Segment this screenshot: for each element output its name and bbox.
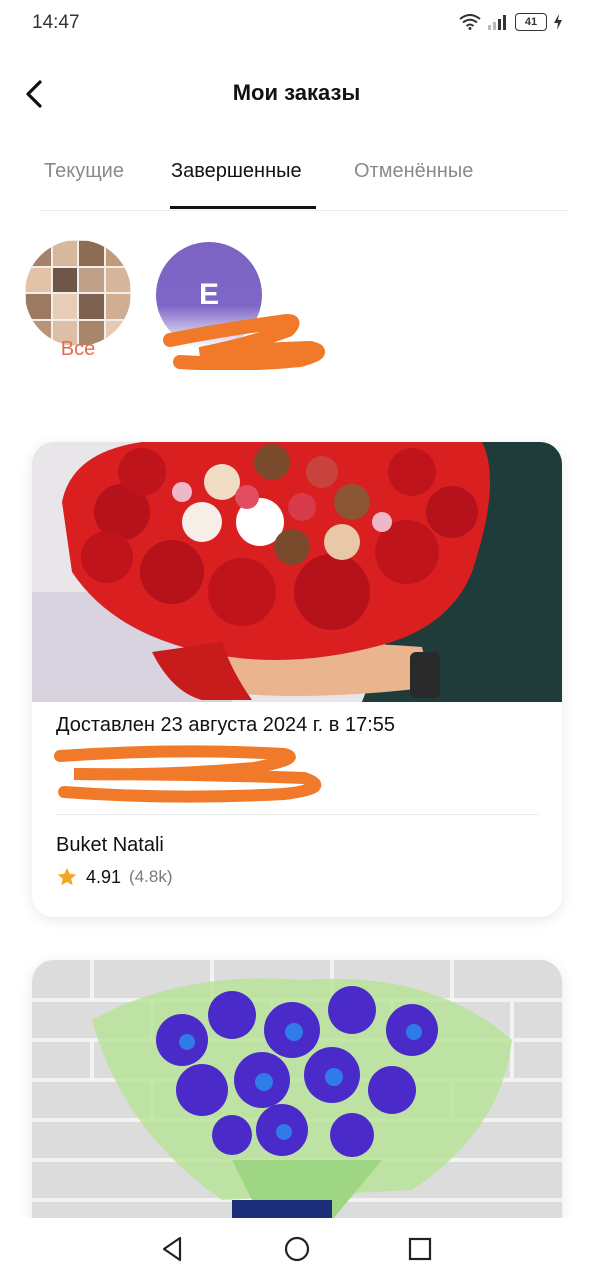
star-icon [57, 867, 77, 886]
nav-recents-button[interactable] [405, 1234, 435, 1264]
rating-count: (4.8k) [129, 867, 173, 886]
rating-value: 4.91 [86, 866, 122, 887]
store-filter-all[interactable]: Все [24, 240, 132, 361]
battery-icon: 41 [515, 13, 547, 31]
system-nav-bar [0, 1218, 593, 1280]
header: Мои заказы [0, 60, 593, 130]
charging-icon [554, 14, 562, 30]
order-tabs: Текущие Завершенные Отменённые [40, 150, 569, 211]
screen: 14:47 41 Мои заказы Текущие Завершенные … [0, 0, 593, 1280]
status-bar: 14:47 41 [0, 0, 593, 48]
order-status: Доставлен 23 августа 2024 г. в 17:55 [56, 714, 395, 736]
nav-home-button[interactable] [282, 1234, 312, 1264]
page-title: Мои заказы [232, 80, 361, 105]
tab-completed[interactable]: Завершенные [171, 160, 302, 183]
redaction-mark [163, 314, 325, 370]
order-card[interactable] [32, 960, 562, 1260]
status-icons: 41 [459, 13, 563, 31]
tab-current[interactable]: Текущие [44, 160, 124, 183]
order-card[interactable]: Доставлен 23 августа 2024 г. в 17:55 Buk… [32, 442, 562, 917]
card-divider [56, 814, 538, 815]
signal-icon [488, 15, 506, 30]
square-recents-icon [408, 1237, 432, 1261]
store-filter-all-label: Все [60, 338, 96, 360]
order-image-orchid-bouquet [32, 960, 562, 1220]
wifi-icon [459, 14, 481, 30]
shop-name: Buket Natali [56, 834, 164, 856]
all-stores-collage [25, 240, 131, 346]
active-tab-indicator [170, 206, 316, 209]
circle-home-icon [284, 1236, 310, 1262]
status-time: 14:47 [32, 12, 80, 33]
nav-back-button[interactable] [158, 1234, 188, 1264]
order-image-roses-bouquet [32, 442, 562, 702]
shop-rating: 4.91 (4.8k) [56, 866, 173, 888]
tab-cancelled[interactable]: Отменённые [354, 160, 473, 183]
redaction-mark [54, 745, 322, 803]
triangle-back-icon [162, 1236, 182, 1262]
